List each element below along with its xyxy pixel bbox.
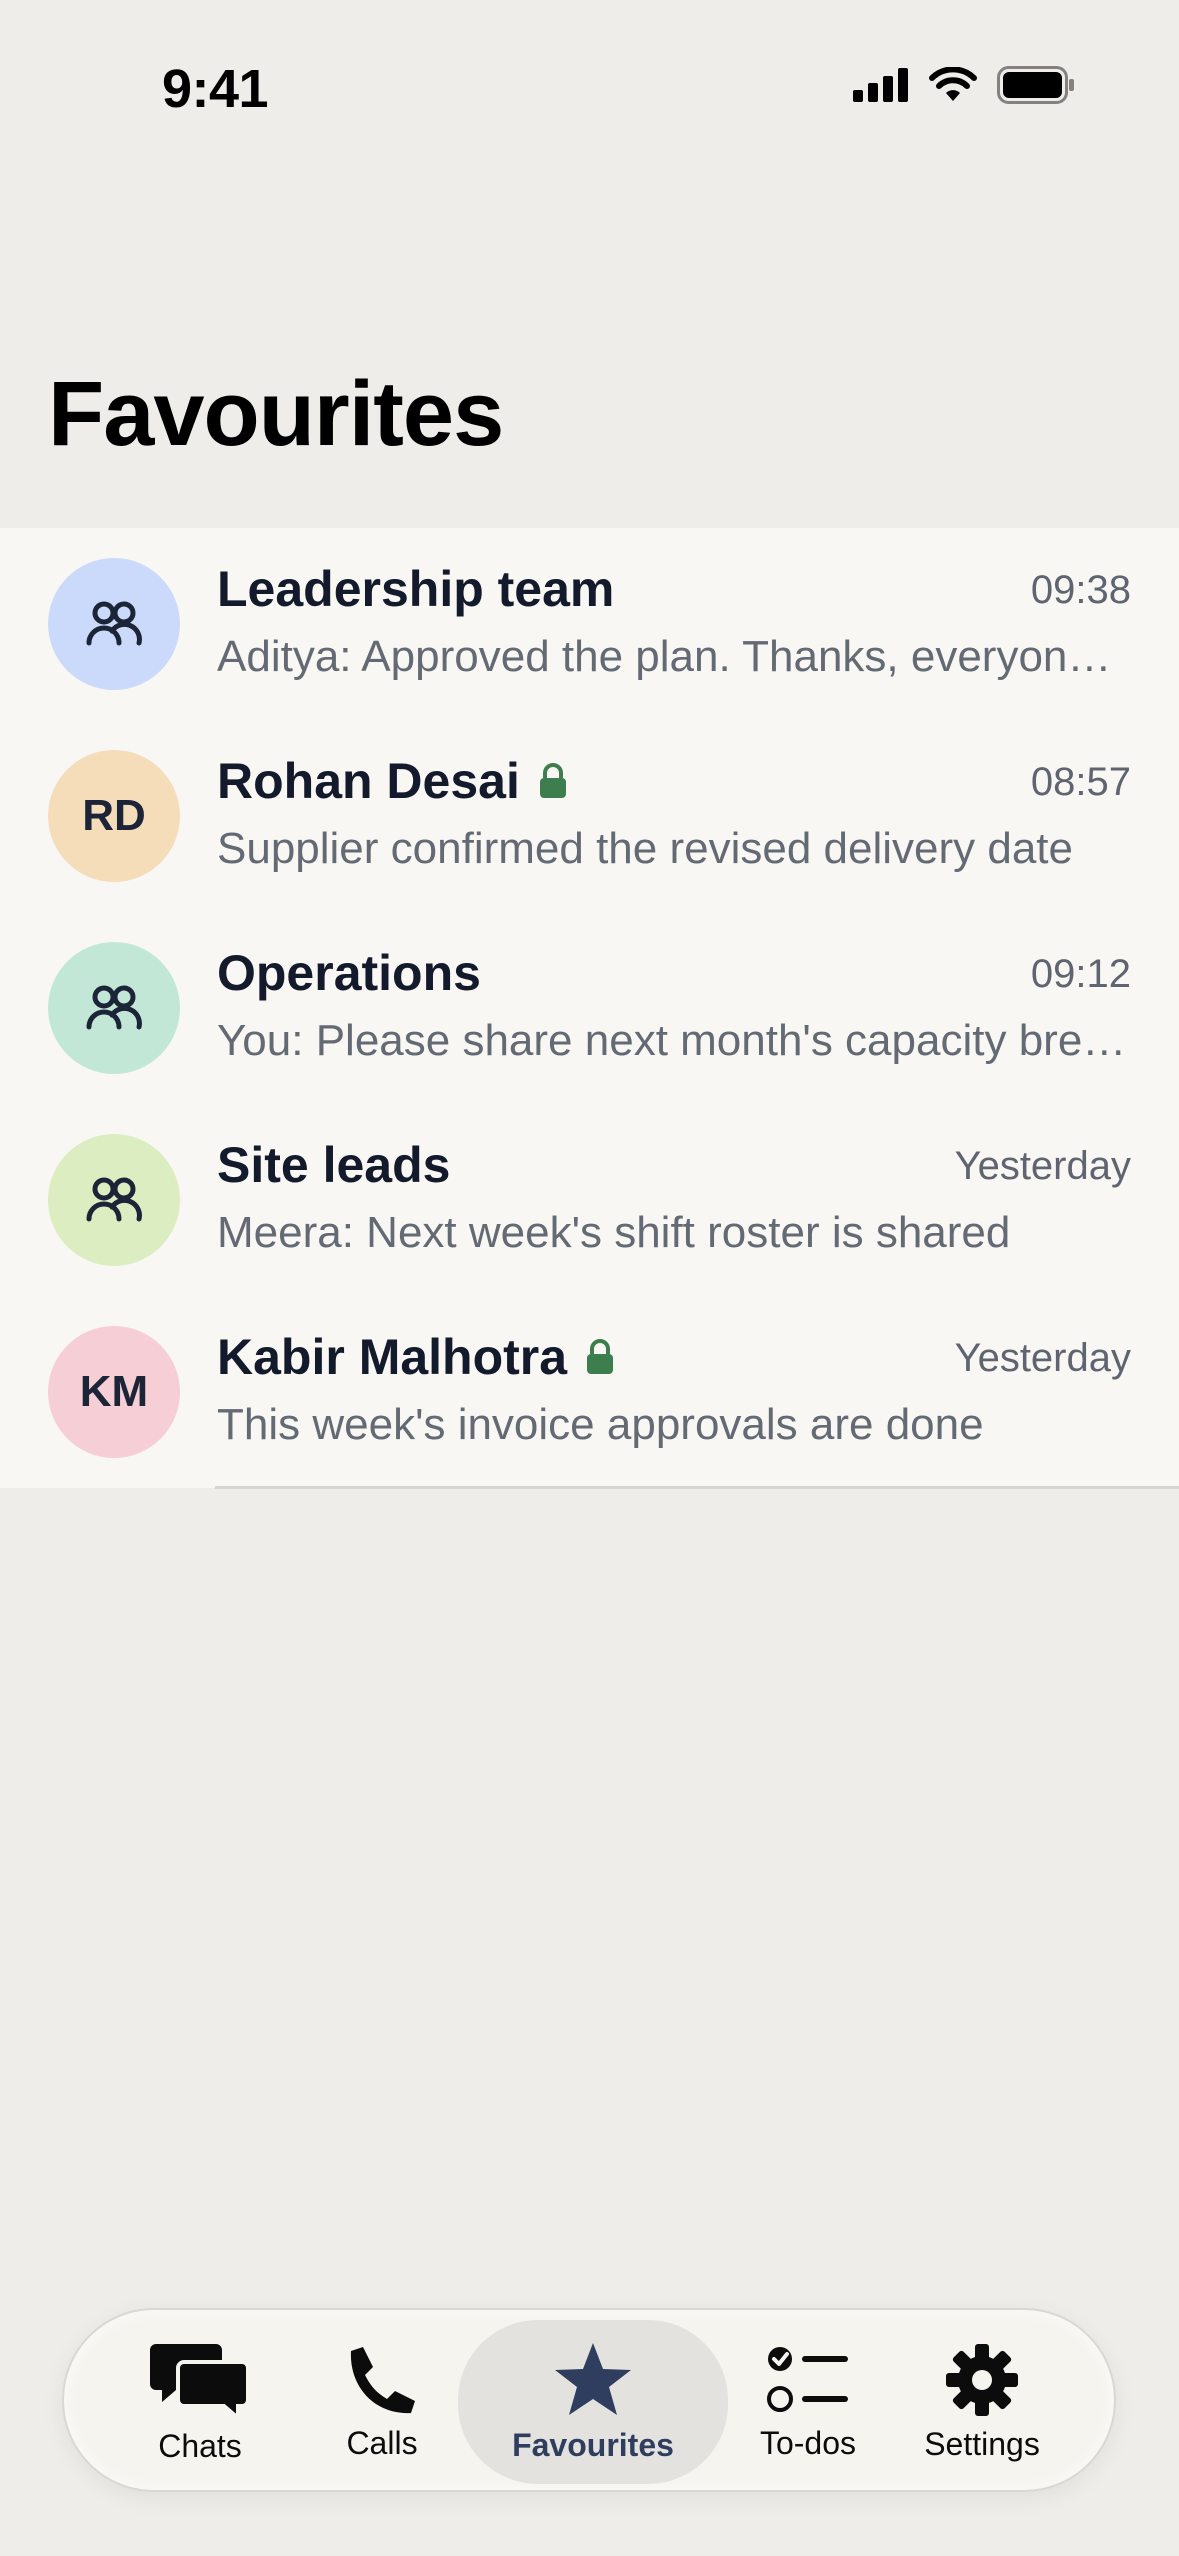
signal-icon — [853, 68, 908, 102]
chat-title: Leadership team — [217, 560, 614, 618]
wifi-icon — [929, 67, 977, 101]
chat-name: Operations — [217, 945, 481, 1001]
status-icons — [853, 66, 1075, 104]
group-icon — [86, 1177, 142, 1222]
chat-name: Rohan Desai — [217, 753, 520, 809]
avatar — [48, 558, 180, 690]
chat-row-leadership-team[interactable]: Leadership team 09:38 Aditya: Approved t… — [0, 528, 1179, 720]
chat-row-rohan-desai[interactable]: RD Rohan Desai 08:57 Supplier confirmed … — [0, 720, 1179, 912]
lock-icon — [587, 1339, 614, 1374]
tab-calls[interactable]: Calls — [312, 2310, 452, 2494]
tab-label: To-dos — [759, 2424, 857, 2461]
tab-label: Settings — [924, 2425, 1040, 2462]
tab-todos[interactable]: To-dos — [728, 2310, 888, 2494]
avatar: KM — [48, 1326, 180, 1458]
chat-preview: Supplier confirmed the revised delivery … — [217, 824, 1074, 873]
favourites-list: Leadership team 09:38 Aditya: Approved t… — [0, 528, 1179, 1488]
tab-settings[interactable]: Settings — [902, 2310, 1062, 2494]
chat-title: Site leads — [217, 1136, 450, 1194]
tab-chats[interactable]: Chats — [120, 2310, 280, 2494]
list-divider — [215, 1486, 1179, 1489]
tab-label: Favourites — [512, 2426, 674, 2463]
chat-time: 09:38 — [1030, 568, 1131, 612]
avatar: RD — [48, 750, 180, 882]
chat-name: Kabir Malhotra — [217, 1329, 568, 1385]
page-title: Favourites — [48, 363, 504, 465]
chat-title: Rohan Desai — [217, 752, 568, 810]
chat-name: Site leads — [217, 1137, 451, 1193]
status-time: 9:41 — [162, 59, 269, 119]
chat-row-operations[interactable]: Operations 09:12 You: Please share next … — [0, 912, 1179, 1104]
tab-label: Chats — [158, 2427, 242, 2464]
avatar — [48, 942, 180, 1074]
screen: 9:41 Favourites Leadership team 09:38 Ad… — [0, 0, 1179, 2556]
chat-preview: This week's invoice approvals are done — [217, 1400, 984, 1449]
chat-preview: You: Please share next month's capacity … — [217, 1016, 1131, 1065]
chat-time: Yesterday — [954, 1144, 1131, 1188]
battery-icon — [997, 66, 1074, 104]
avatar — [48, 1134, 180, 1266]
chat-title: Kabir Malhotra — [217, 1328, 615, 1386]
gear-icon — [946, 2343, 1018, 2416]
tab-label: Calls — [346, 2424, 418, 2461]
checklist-icon — [767, 2346, 848, 2412]
chat-preview: Meera: Next week's shift roster is share… — [217, 1208, 1011, 1257]
chats-icon — [150, 2343, 250, 2420]
chat-time: 09:12 — [1030, 952, 1131, 996]
chat-time: Yesterday — [954, 1336, 1131, 1380]
group-icon — [86, 985, 142, 1030]
star-icon — [555, 2342, 631, 2415]
chat-row-site-leads[interactable]: Site leads Yesterday Meera: Next week's … — [0, 1104, 1179, 1296]
tab-favourites[interactable]: Favourites — [458, 2320, 728, 2484]
lock-icon — [539, 763, 566, 798]
chat-time: 08:57 — [1030, 760, 1131, 804]
tab-bar: Chats Calls Favourites To-dos Settings — [62, 2308, 1116, 2492]
group-icon — [86, 601, 142, 646]
status-bar: 9:41 — [0, 0, 1179, 180]
chat-title: Operations — [217, 944, 481, 1002]
chat-name: Leadership team — [217, 561, 615, 617]
chat-row-kabir-malhotra[interactable]: KM Kabir Malhotra Yesterday This week's … — [0, 1296, 1179, 1488]
phone-icon — [350, 2346, 415, 2413]
chat-preview: Aditya: Approved the plan. Thanks, every… — [217, 632, 1131, 681]
